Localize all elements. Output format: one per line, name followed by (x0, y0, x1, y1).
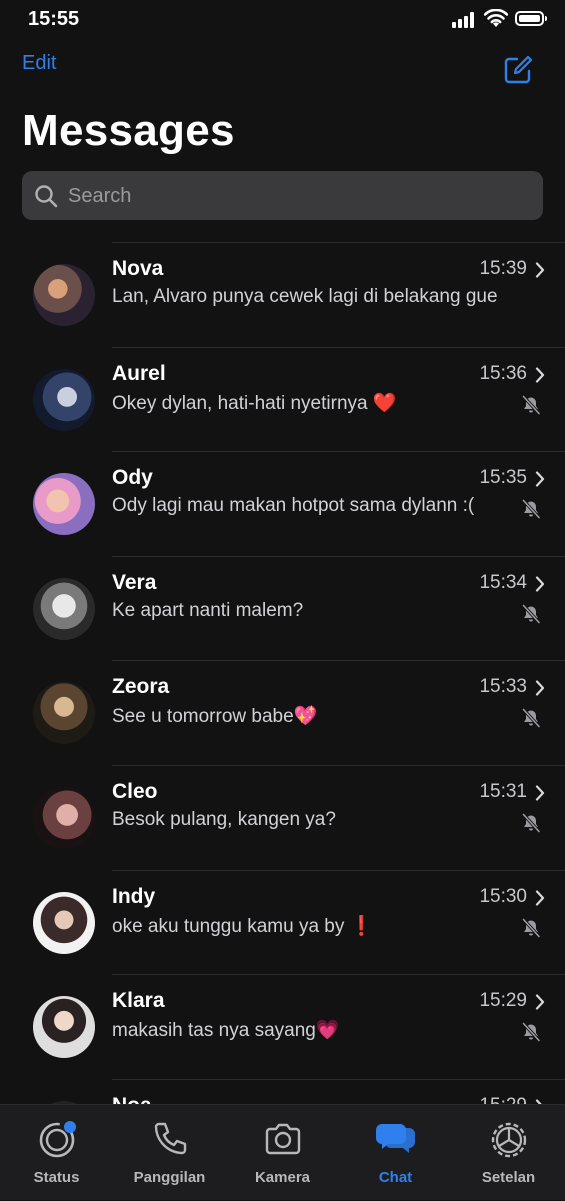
chat-time: 15:34 (479, 571, 527, 593)
chevron-right-icon (535, 262, 545, 278)
chat-preview: makasih tas nya sayang💗 (112, 1020, 340, 1042)
tab-kamera[interactable]: Kamera (226, 1105, 339, 1201)
bell-muted-icon (522, 708, 541, 728)
chat-time: 15:36 (479, 362, 527, 384)
chevron-right-icon (535, 994, 545, 1010)
search-input[interactable] (66, 171, 530, 222)
search-icon (35, 185, 58, 208)
chat-preview: Lan, Alvaro punya cewek lagi di belakang… (112, 286, 498, 307)
chat-row[interactable]: Indy 15:30 oke aku tunggu kamu ya by ❗ (0, 869, 565, 975)
tab-setelan[interactable]: Setelan (452, 1105, 565, 1201)
chat-row[interactable]: Klara 15:29 makasih tas nya sayang💗 (0, 974, 565, 1079)
chevron-right-icon (535, 785, 545, 801)
chat-name: Klara (112, 989, 165, 1013)
chat-time: 15:30 (479, 885, 527, 907)
status-bar: 15:55 (0, 0, 565, 44)
bell-muted-icon (522, 499, 541, 519)
chat-name: Cleo (112, 779, 158, 803)
avatar (33, 682, 95, 745)
chat-name: Zeora (112, 675, 170, 699)
chevron-right-icon (535, 366, 545, 383)
chat-list: Nova 15:39 Lan, Alvaro punya cewek lagi di… (0, 242, 565, 1183)
chevron-right-icon (535, 576, 545, 592)
chat-time: 15:39 (479, 258, 527, 279)
chat-preview: See u tomorrow babe💖 (112, 706, 318, 728)
bell-muted-icon (522, 395, 541, 415)
chat-row[interactable]: Nova 15:39 Lan, Alvaro punya cewek lagi di… (0, 242, 565, 347)
compose-icon[interactable] (503, 55, 533, 85)
avatar (33, 577, 95, 640)
bell-muted-icon (522, 917, 541, 938)
chat-name: Ody (112, 466, 153, 490)
tab-status[interactable]: Status (0, 1105, 113, 1201)
tab-label: Setelan (481, 1169, 536, 1186)
chat-preview: Ke apart nanti malem? (112, 599, 304, 621)
chat-time: 15:35 (479, 467, 527, 489)
tab-label: Chat (378, 1169, 413, 1186)
chat-time: 15:33 (479, 676, 527, 698)
avatar (33, 891, 95, 954)
tab-label: Panggilan (133, 1169, 206, 1186)
battery-icon (515, 11, 547, 26)
tab-label: Status (33, 1169, 80, 1186)
tab-chat[interactable]: Chat (339, 1105, 452, 1201)
chevron-right-icon (535, 471, 545, 487)
wifi-icon (484, 9, 508, 27)
chevron-right-icon (535, 680, 545, 696)
avatar (33, 368, 95, 431)
tab-bar: Status Panggilan Kamera Chat Setelan (0, 1104, 565, 1200)
chevron-right-icon (535, 889, 545, 906)
bell-muted-icon (522, 604, 541, 624)
chat-bubbles-icon (376, 1124, 415, 1153)
chat-name: Nova (112, 257, 164, 280)
chat-row[interactable]: Zeora 15:33 See u tomorrow babe💖 (0, 660, 565, 765)
avatar (33, 786, 95, 849)
signal-icon (452, 12, 478, 28)
phone-icon (154, 1122, 187, 1155)
chat-row[interactable]: Ody 15:35 Ody lagi mau makan hotpot sama d… (0, 451, 565, 556)
bell-muted-icon (522, 1022, 541, 1042)
chat-preview: Okey dylan, hati-hati nyetirnya ❤️ (112, 392, 397, 414)
tab-panggilan[interactable]: Panggilan (113, 1105, 226, 1201)
chat-preview: Ody lagi mau makan hotpot sama dylann :( (112, 495, 475, 517)
bell-muted-icon (522, 813, 541, 833)
chat-row[interactable]: Aurel 15:36 Okey dylan, hati-hati nyetirny… (0, 346, 565, 452)
status-icon (39, 1121, 76, 1158)
avatar (33, 264, 95, 326)
search-bar[interactable] (22, 171, 543, 222)
chat-preview: Besok pulang, kangen ya? (112, 808, 336, 830)
chat-name: Aurel (112, 361, 166, 385)
edit-button[interactable]: Edit (22, 52, 56, 75)
camera-icon (265, 1123, 301, 1155)
status-time: 15:55 (28, 8, 80, 30)
chat-preview: oke aku tunggu kamu ya by ❗ (112, 915, 374, 937)
chat-row[interactable]: Cleo 15:31 Besok pulang, kangen ya? (0, 764, 565, 870)
chat-row[interactable]: Vera 15:34 Ke apart nanti malem? (0, 555, 565, 661)
page-title: Messages (22, 106, 235, 155)
chat-time: 15:29 (479, 990, 527, 1012)
chat-name: Vera (112, 570, 157, 594)
avatar (33, 996, 95, 1059)
chat-name: Indy (112, 884, 156, 908)
avatar (33, 473, 95, 536)
tab-label: Kamera (254, 1169, 311, 1186)
gear-icon (491, 1122, 527, 1158)
chat-time: 15:31 (479, 780, 527, 802)
